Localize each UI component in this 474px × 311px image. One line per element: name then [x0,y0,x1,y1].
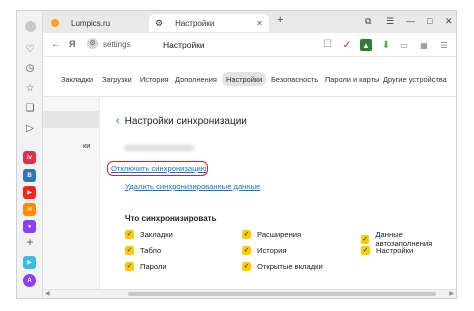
checkmark-icon: ✓ [242,230,251,239]
side-panel-label[interactable]: ки [83,141,90,150]
setnav-security[interactable]: Безопасность [271,72,318,86]
extensions-icon[interactable]: ▦ [418,39,430,51]
left-sidebar: ♡ ◷ ☆ ❏ ▷ iv B ▶ ✉ ● + ▶ A [17,11,43,298]
bookmark-icon[interactable]: ☐ [323,39,332,50]
browser-window: ♡ ◷ ☆ ❏ ▷ iv B ▶ ✉ ● + ▶ A Lumpics.ru ⚙ … [16,10,457,299]
maximize-icon[interactable]: □ [427,16,432,26]
gear-icon: ⚙ [155,17,164,28]
setnav-addons[interactable]: Дополнения [175,72,217,86]
url-text[interactable]: settings [103,40,131,49]
checkmark-icon: ✓ [125,262,134,271]
sync-page-title: Настройки синхронизации [124,115,247,127]
horizontal-scrollbar[interactable]: ◀ ▶ [43,289,456,298]
settings-side-panel: ки [43,97,100,298]
account-name-blurred [124,145,194,151]
download-icon[interactable]: ⬇ [380,39,392,51]
new-tab-icon[interactable]: + [277,14,283,26]
checkbox-label: Табло [140,246,162,255]
messenger-app-icon[interactable]: ● [23,220,36,233]
checkbox-settings[interactable]: ✓ Настройки [361,246,413,255]
checkbox-open-tabs[interactable]: ✓ Открытые вкладки [242,262,323,271]
checkbox-label: Пароли [140,262,167,271]
checkmark-icon: ✓ [361,246,370,255]
orange-favicon-icon [51,19,59,27]
yandex-logo-icon[interactable]: Я [69,39,75,49]
sync-settings-panel: ‹ Настройки синхронизации Отключить синх… [100,97,456,298]
scroll-left-icon[interactable]: ◀ [45,290,50,297]
shield-extension-icon[interactable]: ▲ [360,39,372,51]
collections-icon[interactable]: ❏ [22,101,38,115]
setnav-bookmarks[interactable]: Закладки [61,72,93,86]
checkmark-icon: ✓ [242,246,251,255]
bell-icon[interactable]: ♡ [22,42,38,56]
checkbox-label: Настройки [376,246,414,255]
checkbox-extensions[interactable]: ✓ Расширения [242,230,301,239]
star-icon[interactable]: ☆ [22,81,38,95]
scroll-right-icon[interactable]: ▶ [449,290,454,297]
checkmark-icon: ✓ [361,234,370,244]
setnav-devices[interactable]: Другие устройства [383,72,447,86]
checkmark-icon: ✓ [125,230,134,239]
page-title: Настройки [163,40,205,50]
tab-list-icon[interactable]: ⧉ [365,16,371,27]
checkmark-icon: ✓ [125,246,134,255]
profile-icon[interactable] [22,19,38,33]
checkbox-passwords[interactable]: ✓ Пароли [125,262,167,271]
history-icon[interactable]: ◷ [22,61,38,75]
checkmark-extension-icon[interactable]: ✓ [341,39,353,51]
tab-bar: Lumpics.ru ⚙ Настройки ✕ + ⧉ ☰ — □ ✕ [43,11,456,33]
what-to-sync-heading: Что синхронизировать [125,214,217,223]
side-panel-selected-item[interactable] [43,111,99,128]
vk-app-icon[interactable]: B [23,169,36,182]
back-to-settings[interactable]: ‹ Настройки синхронизации [116,115,247,127]
setnav-history[interactable]: История [140,72,169,86]
checkbox-label: Закладки [140,230,173,239]
setnav-settings[interactable]: Настройки [222,72,267,86]
checkbox-history[interactable]: ✓ История [242,246,286,255]
setnav-passwords[interactable]: Пароли и карты [325,72,379,86]
play-icon[interactable]: ▷ [22,121,38,135]
address-bar: ← Я ⚙ settings Настройки ☐ ✓ ▲ ⬇ ▭ ▦ ☰ [43,33,456,57]
delete-synced-data-link[interactable]: Удалить синхронизированные данные [125,182,260,191]
notes-icon[interactable]: ☰ [438,39,450,51]
checkmark-icon: ✓ [242,262,251,271]
youtube-app-icon[interactable]: ▶ [23,186,36,199]
checkbox-tablo[interactable]: ✓ Табло [125,246,161,255]
settings-navigation: Закладки Загрузки История Дополнения Нас… [43,68,456,90]
alice-icon[interactable]: A [23,274,36,287]
close-tab-icon[interactable]: ✕ [256,19,263,28]
checkbox-label: История [257,246,287,255]
reader-icon[interactable]: ▭ [398,39,410,51]
checkbox-label: Открытые вкладки [257,262,323,271]
disable-sync-link[interactable]: Отключить синхронизацию [107,161,208,176]
ivi-app-icon[interactable]: iv [23,151,36,164]
minimize-icon[interactable]: — [406,16,415,26]
mail-app-icon[interactable]: ✉ [23,203,36,216]
setnav-downloads[interactable]: Загрузки [102,72,132,86]
scrollbar-thumb[interactable] [128,292,436,296]
add-app-icon[interactable]: + [22,235,38,249]
tab-label: Настройки [175,18,215,28]
tab-lumpics[interactable]: Lumpics.ru [49,14,161,32]
chevron-left-icon: ‹ [116,115,120,127]
checkbox-bookmarks[interactable]: ✓ Закладки [125,230,173,239]
checkbox-label: Расширения [257,230,302,239]
close-window-icon[interactable]: ✕ [445,16,453,27]
menu-icon[interactable]: ☰ [386,16,394,27]
back-arrow-icon[interactable]: ← [51,39,61,50]
assistant-app-icon[interactable]: ▶ [23,256,36,269]
tab-label: Lumpics.ru [71,18,111,28]
settings-page-icon: ⚙ [87,37,98,49]
tab-settings[interactable]: ⚙ Настройки ✕ [149,14,269,32]
